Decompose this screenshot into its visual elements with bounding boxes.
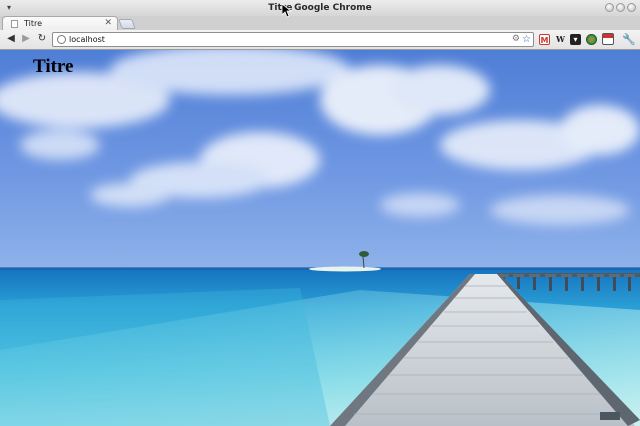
new-tab-button[interactable] [118,19,136,29]
page-favicon-icon [11,20,18,28]
address-bar[interactable]: localhost ⚙ ☆ [52,32,534,47]
browser-window: ▾ Titre Google Chrome Titre ✕ ◀ ▶ ↻ loca… [0,0,640,426]
page-settings-icon[interactable]: ⚙ [512,33,520,46]
wikipedia-extension-icon[interactable]: W [555,34,566,45]
window-title: Titre Google Chrome [268,3,372,13]
page-info-icon[interactable] [57,35,66,44]
forward-button[interactable]: ▶ [20,33,32,45]
tab-titre[interactable]: Titre ✕ [2,16,118,30]
bookmark-star-icon[interactable]: ☆ [522,33,531,46]
reload-button[interactable]: ↻ [36,33,48,45]
wrench-menu-icon[interactable]: 🔧 [622,33,636,46]
tab-close-icon[interactable]: ✕ [104,18,112,29]
maximize-button[interactable] [616,3,625,12]
color-extension-icon[interactable] [586,34,597,45]
browser-toolbar: ◀ ▶ ↻ localhost ⚙ ☆ M W ▾ 🔧 [0,30,640,50]
mouse-cursor-icon [282,4,292,18]
minimize-button[interactable] [605,3,614,12]
window-titlebar[interactable]: ▾ Titre Google Chrome [0,0,640,16]
tab-strip: Titre ✕ [0,16,640,30]
gmail-extension-icon[interactable]: M [539,34,550,45]
tab-label: Titre [24,19,43,28]
close-window-button[interactable] [627,3,636,12]
page-heading: Titre [33,56,74,77]
pocket-extension-icon[interactable]: ▾ [570,34,581,45]
background-beach-image [0,50,640,426]
calendar-extension-icon[interactable] [602,33,614,45]
back-button[interactable]: ◀ [5,33,17,45]
page-content: Titre [0,50,640,426]
address-url[interactable]: localhost [69,33,105,46]
